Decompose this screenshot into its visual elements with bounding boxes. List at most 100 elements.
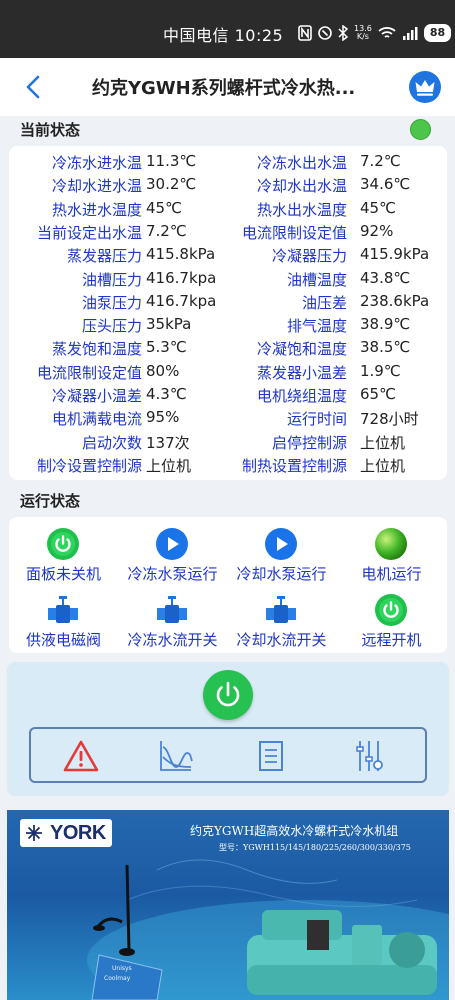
run-item-label: 远程开机 <box>361 631 422 649</box>
power-green-icon <box>47 528 79 560</box>
power-button-icon <box>216 681 240 707</box>
banner-title: 约克YGWH超高效水冷螺杆式冷水机组 <box>190 824 399 838</box>
run-item-chilled-pump: 冷冻水泵运行 <box>118 519 227 583</box>
run-item-label: 面板未关机 <box>25 565 101 583</box>
play-blue-icon <box>265 528 297 560</box>
wifi-icon <box>378 27 396 38</box>
param-label: 排气温度 <box>286 317 347 336</box>
logo-text: YORK <box>50 822 106 844</box>
vibrate-icon <box>318 26 332 40</box>
run-item-cooling-pump: 冷却水泵运行 <box>227 519 336 583</box>
online-indicator <box>410 119 431 140</box>
param-row: 油槽压力 416.7kpa 油槽温度 43.8℃ <box>9 269 447 292</box>
param-value: 92% <box>360 221 394 240</box>
param-label: 蒸发饱和温度 <box>51 340 142 359</box>
param-label: 蒸发器压力 <box>66 247 142 266</box>
param-label: 冷冻水进水温 <box>51 154 142 172</box>
green-ball-icon <box>375 528 407 560</box>
param-value: 45℃ <box>146 198 182 217</box>
param-value: 38.9℃ <box>360 315 411 334</box>
nfc-icon <box>298 25 312 41</box>
crown-icon <box>415 80 435 96</box>
param-row: 电流限制设定值 80% 蒸发器小温差 1.9℃ <box>9 362 447 385</box>
param-value: 415.9kPa <box>360 245 430 264</box>
param-label: 蒸发器小温差 <box>256 363 347 382</box>
param-row: 热水进水温度 45℃ 热水出水温度 45℃ <box>9 199 447 222</box>
play-blue-icon <box>156 528 188 560</box>
param-label: 电流限制设定值 <box>36 363 142 382</box>
run-item-label: 电机运行 <box>361 565 422 583</box>
param-value: 30.2℃ <box>146 175 197 194</box>
param-value: 38.5℃ <box>360 338 411 357</box>
run-status-panel: 面板未关机 冷冻水泵运行 冷却水泵运行 电机运行 供液电磁阀 冷冻水流开关 冷却… <box>9 517 447 653</box>
snowflake-icon <box>26 825 42 841</box>
param-value: 7.2℃ <box>360 152 401 170</box>
settings-sliders-icon[interactable] <box>349 737 389 775</box>
param-label: 运行时间 <box>286 410 347 429</box>
param-label: 电流限制设定值 <box>241 223 347 242</box>
param-label: 热水出水温度 <box>256 200 347 219</box>
param-label: 油泵压力 <box>81 293 142 312</box>
run-item-chilled-flow-switch: 冷冻水流开关 <box>118 585 227 649</box>
param-label: 启停控制源 <box>271 433 347 452</box>
run-item-cooling-flow-switch: 冷却水流开关 <box>227 585 336 649</box>
param-value: 238.6kPa <box>360 291 430 310</box>
param-label: 冷凝器小温差 <box>51 387 142 405</box>
param-value: 5.3℃ <box>146 338 187 357</box>
param-value: 65℃ <box>360 385 396 403</box>
param-row: 制冷设置控制源 上位机 制热设置控制源 上位机 <box>9 455 447 478</box>
param-row: 压头压力 35kPa 排气温度 38.9℃ <box>9 315 447 338</box>
param-value: 95% <box>146 408 180 427</box>
param-row: 蒸发饱和温度 5.3℃ 冷凝饱和温度 38.5℃ <box>9 338 447 361</box>
param-label: 启动次数 <box>81 433 142 452</box>
carrier-time: 中国电信 10:25 <box>163 26 284 45</box>
param-value: 4.3℃ <box>146 385 187 403</box>
banner-model: 型号：YGWH115/145/180/225/260/300/330/375 <box>219 843 411 852</box>
param-label: 油压差 <box>301 293 347 312</box>
netspeed-icon: 13.6 K/s <box>354 25 372 41</box>
alarm-icon[interactable] <box>61 737 101 775</box>
param-label: 冷却水出水温 <box>256 177 347 196</box>
param-label: 制热设置控制源 <box>241 456 347 475</box>
chevron-left-icon[interactable] <box>22 73 46 101</box>
run-item-motor: 电机运行 <box>337 519 446 583</box>
current-status-title: 当前状态 <box>20 121 81 139</box>
control-panel <box>7 662 449 796</box>
power-green-icon <box>375 594 407 626</box>
run-item-label: 冷却水泵运行 <box>236 565 327 583</box>
parameter-table: 冷冻水进水温 11.3℃ 冷冻水出水温 7.2℃ 冷却水进水温 30.2℃ 冷却水出水温 3… <box>9 146 447 480</box>
param-value: 上位机 <box>146 456 192 475</box>
param-value: 35kPa <box>146 315 192 334</box>
battery-icon: 88 <box>423 24 452 42</box>
param-row: 冷凝器小温差 4.3℃ 电机绕组温度 65℃ <box>9 385 447 408</box>
trend-chart-icon[interactable] <box>155 737 195 775</box>
net-speed-unit: K/s <box>356 32 369 41</box>
run-item-panel-on: 面板未关机 <box>9 519 118 583</box>
param-value: 415.8kPa <box>146 245 216 264</box>
param-value: 上位机 <box>360 433 406 452</box>
gateway-brand: Unisys <box>112 965 132 972</box>
power-button[interactable] <box>203 670 253 720</box>
status-icons: 13.6 K/s 88 <box>298 22 452 44</box>
param-label: 压头压力 <box>81 317 142 336</box>
param-row: 电机满载电流 95% 运行时间 728小时 <box>9 408 447 431</box>
param-value: 45℃ <box>360 198 396 217</box>
run-item-label: 冷冻水流开关 <box>127 631 218 649</box>
chiller-image <box>247 910 437 995</box>
valve-blue-icon <box>48 596 78 623</box>
param-row: 启动次数 137次 启停控制源 上位机 <box>9 432 447 455</box>
run-status-title: 运行状态 <box>20 492 81 510</box>
param-value: 1.9℃ <box>360 361 401 380</box>
param-value: 43.8℃ <box>360 268 411 287</box>
page-title: 约克YGWH系列螺杆式冷水热... <box>92 78 356 99</box>
param-label: 油槽温度 <box>286 270 347 289</box>
list-icon[interactable] <box>251 737 291 775</box>
param-value: 728小时 <box>360 410 419 429</box>
york-logo: YORK <box>20 819 112 847</box>
param-row: 蒸发器压力 415.8kPa 冷凝器压力 415.9kPa <box>9 245 447 268</box>
crown-button[interactable] <box>409 71 441 103</box>
run-item-label: 冷冻水泵运行 <box>127 565 218 583</box>
param-label: 电机满载电流 <box>51 410 142 429</box>
param-row: 冷冻水进水温 11.3℃ 冷冻水出水温 7.2℃ <box>9 152 447 175</box>
tool-bar <box>29 727 427 783</box>
